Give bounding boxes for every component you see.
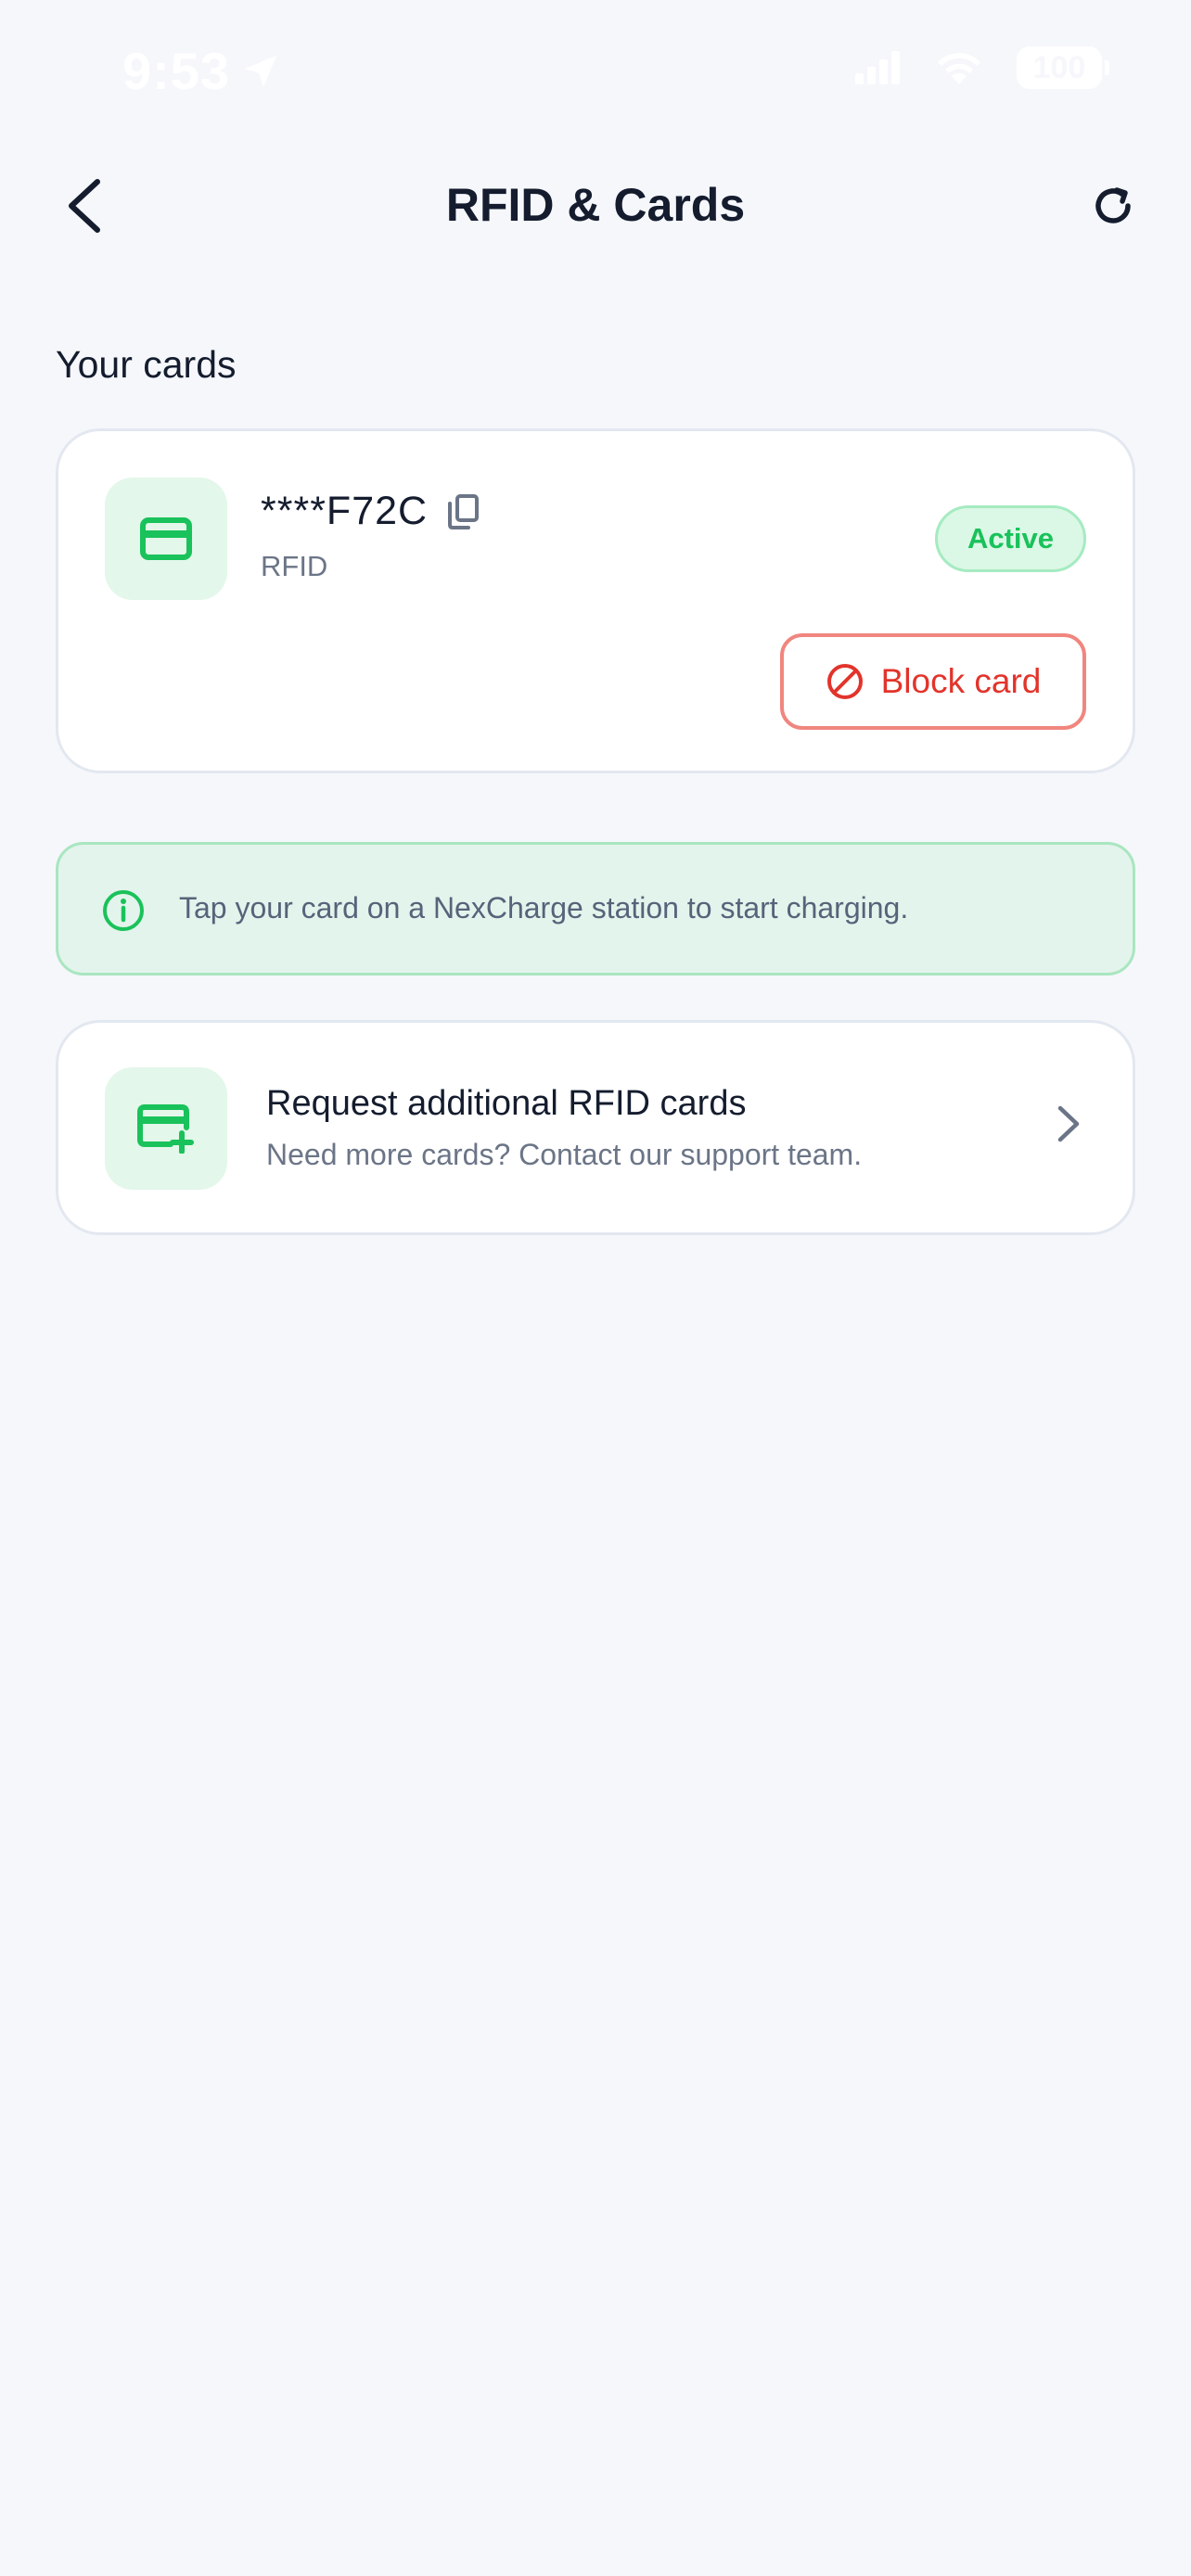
info-banner: Tap your card on a NexCharge station to … [56, 842, 1135, 976]
copy-icon[interactable] [446, 493, 480, 530]
battery-level: 100 [1032, 49, 1086, 85]
status-time-text: 9:53 [122, 42, 231, 100]
header: RFID & Cards [0, 158, 1191, 260]
section-title-your-cards: Your cards [56, 343, 237, 386]
cellular-signal-icon [855, 51, 900, 84]
block-icon [826, 664, 863, 699]
card-number-row: ****F72C [261, 489, 480, 534]
rfid-card-item: ****F72C RFID Active Block card [56, 428, 1135, 773]
credit-card-icon [140, 517, 192, 560]
request-subtitle: Need more cards? Contact our support tea… [266, 1138, 863, 1171]
card-type: RFID [261, 550, 328, 582]
refresh-icon [1095, 187, 1131, 223]
status-badge: Active [934, 505, 1086, 572]
wifi-icon [938, 53, 980, 84]
refresh-button[interactable] [1078, 171, 1148, 241]
info-icon [103, 890, 144, 931]
status-indicators: 100 [855, 46, 1109, 89]
status-time: 9:53 [122, 41, 282, 101]
request-title: Request additional RFID cards [266, 1084, 747, 1123]
card-number: ****F72C [261, 489, 429, 533]
request-icon-tile [105, 1067, 227, 1190]
add-card-icon [137, 1104, 194, 1154]
info-text: Tap your card on a NexCharge station to … [179, 891, 909, 925]
block-card-button[interactable]: Block card [780, 633, 1086, 730]
card-icon-tile [105, 478, 227, 600]
chevron-right-icon [1057, 1105, 1080, 1142]
page-title: RFID & Cards [445, 179, 746, 231]
block-card-label: Block card [880, 662, 1042, 700]
battery-indicator: 100 [1017, 46, 1109, 89]
location-arrow-icon [244, 55, 277, 87]
status-bar: 9:53 100 [0, 0, 1191, 139]
request-cards-item[interactable]: Request additional RFID cards Need more … [56, 1020, 1135, 1235]
